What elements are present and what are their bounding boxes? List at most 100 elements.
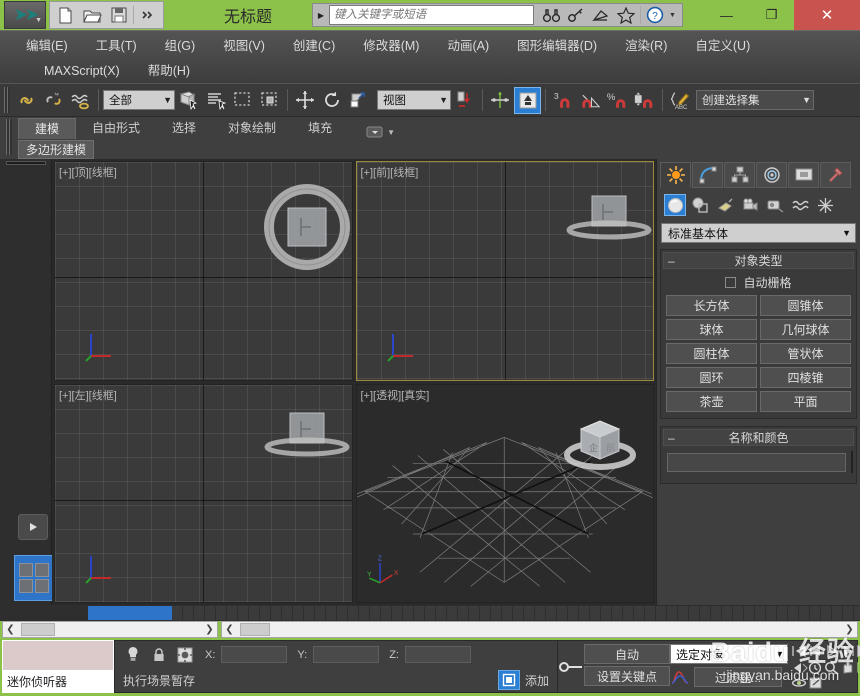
mini-listener[interactable]: 迷你侦听器 bbox=[2, 640, 114, 693]
modify-tab[interactable] bbox=[692, 162, 723, 188]
create-teapot-button[interactable]: 茶壶 bbox=[666, 391, 757, 412]
chevron-down-icon[interactable]: ▼ bbox=[35, 17, 42, 24]
satellite-dish-icon[interactable] bbox=[590, 4, 612, 26]
reference-coordinate-combo[interactable]: 视图 ▼ bbox=[377, 90, 451, 110]
help-dropdown-icon[interactable]: ▼ bbox=[669, 12, 676, 19]
create-plane-button[interactable]: 平面 bbox=[760, 391, 851, 412]
play-animation-button[interactable] bbox=[824, 643, 840, 660]
scroll-left-icon[interactable]: ❮ bbox=[222, 624, 237, 635]
previous-frame-button[interactable] bbox=[808, 643, 824, 660]
motion-tab[interactable] bbox=[756, 162, 787, 188]
selection-filter-combo[interactable]: 全部 ▼ bbox=[103, 90, 175, 110]
key-mode-toggle-button[interactable] bbox=[790, 660, 808, 677]
open-file-button[interactable] bbox=[79, 3, 105, 27]
auto-key-button[interactable]: 自动 bbox=[584, 644, 670, 664]
close-button[interactable]: ✕ bbox=[794, 0, 860, 30]
question-circle-icon[interactable]: ? bbox=[644, 4, 666, 26]
angle-snap-button[interactable] bbox=[577, 87, 604, 114]
bind-to-space-warp-button[interactable] bbox=[67, 87, 94, 114]
select-and-move-button[interactable] bbox=[292, 87, 319, 114]
orbit-button[interactable] bbox=[790, 676, 808, 690]
menu-help[interactable]: 帮助(H) bbox=[134, 60, 204, 82]
use-pivot-center-button[interactable] bbox=[451, 87, 478, 114]
ribbon-options[interactable]: ▼ bbox=[366, 125, 395, 139]
tab-modeling[interactable]: 建模 bbox=[18, 118, 77, 139]
select-and-scale-button[interactable] bbox=[346, 87, 373, 114]
create-geosphere-button[interactable]: 几何球体 bbox=[760, 319, 851, 340]
space-warps-button[interactable] bbox=[789, 194, 811, 216]
create-box-button[interactable]: 长方体 bbox=[666, 295, 757, 316]
key-icon[interactable] bbox=[565, 4, 587, 26]
track-bar-ticks[interactable] bbox=[172, 606, 860, 620]
goto-end-button[interactable] bbox=[856, 643, 860, 660]
collapse-icon[interactable]: – bbox=[668, 431, 675, 445]
name-and-color-header[interactable]: – 名称和颜色 bbox=[663, 429, 854, 446]
time-configuration-button[interactable] bbox=[808, 660, 824, 677]
new-file-button[interactable] bbox=[52, 3, 78, 27]
create-tube-button[interactable]: 管状体 bbox=[760, 343, 851, 364]
menu-views[interactable]: 视图(V) bbox=[209, 35, 279, 57]
viewport-front[interactable]: [+][前][线框] bbox=[355, 161, 654, 381]
search-input[interactable] bbox=[329, 5, 534, 25]
create-cylinder-button[interactable]: 圆柱体 bbox=[666, 343, 757, 364]
display-tab[interactable] bbox=[788, 162, 819, 188]
search-arrow-icon[interactable]: ▶ bbox=[313, 11, 329, 20]
lights-button[interactable] bbox=[714, 194, 736, 216]
x-coordinate-field[interactable] bbox=[221, 646, 288, 663]
select-link-button[interactable] bbox=[13, 87, 40, 114]
viewport-left[interactable]: [+][左][线框] bbox=[54, 383, 353, 603]
viewport-perspective-label[interactable]: [+][透视][真实] bbox=[361, 387, 430, 403]
maximize-viewport-button[interactable] bbox=[808, 676, 824, 690]
select-object-button[interactable] bbox=[175, 87, 202, 114]
scroll-right-icon[interactable]: ❯ bbox=[842, 624, 857, 635]
tab-populate[interactable]: 填充 bbox=[292, 118, 348, 139]
percent-snap-button[interactable]: % bbox=[604, 87, 631, 114]
current-frame-marker[interactable] bbox=[88, 606, 172, 620]
horizontal-scrollbar-left[interactable]: ❮ ❯ bbox=[2, 621, 218, 638]
tab-selection[interactable]: 选择 bbox=[156, 118, 212, 139]
maximize-button[interactable]: ❐ bbox=[749, 0, 794, 30]
add-time-tag-button[interactable] bbox=[497, 670, 520, 690]
save-file-button[interactable] bbox=[106, 3, 132, 27]
create-pyramid-button[interactable]: 四棱锥 bbox=[760, 367, 851, 388]
zoom-extents-button[interactable] bbox=[856, 660, 860, 677]
scrollbar-thumb[interactable] bbox=[240, 623, 270, 636]
systems-button[interactable] bbox=[814, 194, 836, 216]
horizontal-scrollbar-right[interactable]: ❮ ❯ bbox=[221, 621, 858, 638]
helpers-button[interactable] bbox=[764, 194, 786, 216]
selection-lock-icon[interactable] bbox=[149, 645, 169, 665]
menu-maxscript[interactable]: MAXScript(X) bbox=[12, 60, 134, 82]
shapes-button[interactable] bbox=[689, 194, 711, 216]
zoom-button[interactable] bbox=[824, 660, 840, 677]
scrollbar-thumb[interactable] bbox=[21, 623, 55, 636]
create-torus-button[interactable]: 圆环 bbox=[666, 367, 757, 388]
ribbon-grip[interactable] bbox=[6, 119, 12, 155]
next-frame-button[interactable] bbox=[840, 643, 856, 660]
menu-create[interactable]: 创建(C) bbox=[279, 35, 349, 57]
scroll-left-icon[interactable]: ❮ bbox=[3, 624, 18, 635]
menu-customize[interactable]: 自定义(U) bbox=[681, 35, 764, 57]
menu-group[interactable]: 组(G) bbox=[151, 35, 210, 57]
create-sphere-button[interactable]: 球体 bbox=[666, 319, 757, 340]
create-cone-button[interactable]: 圆锥体 bbox=[760, 295, 851, 316]
edit-named-selection-button[interactable]: ABC bbox=[667, 87, 694, 114]
utilities-tab[interactable] bbox=[820, 162, 851, 188]
set-key-mode-button[interactable]: 设置关键点 bbox=[584, 666, 670, 686]
polygon-modeling-button[interactable]: 多边形建模 bbox=[18, 139, 95, 159]
y-coordinate-field[interactable] bbox=[313, 646, 380, 663]
window-crossing-button[interactable] bbox=[256, 87, 283, 114]
unlink-selection-button[interactable] bbox=[40, 87, 67, 114]
geometry-category-combo[interactable]: 标准基本体 ▼ bbox=[661, 223, 856, 243]
binoculars-icon[interactable] bbox=[540, 4, 562, 26]
curve-editor-icon[interactable] bbox=[670, 668, 690, 686]
menu-rendering[interactable]: 渲染(R) bbox=[611, 35, 681, 57]
viewport-front-label[interactable]: [+][前][线框] bbox=[361, 164, 419, 180]
spinner-snap-button[interactable] bbox=[631, 87, 658, 114]
key-filter-combo[interactable]: 选定对象 ▼ bbox=[670, 644, 788, 664]
object-type-header[interactable]: – 对象类型 bbox=[663, 252, 854, 269]
mirror-button[interactable] bbox=[487, 87, 514, 114]
set-key-button[interactable] bbox=[558, 641, 584, 692]
select-by-name-button[interactable] bbox=[202, 87, 229, 114]
toolbar-grip[interactable] bbox=[4, 87, 10, 113]
mini-listener-output[interactable] bbox=[3, 641, 113, 670]
